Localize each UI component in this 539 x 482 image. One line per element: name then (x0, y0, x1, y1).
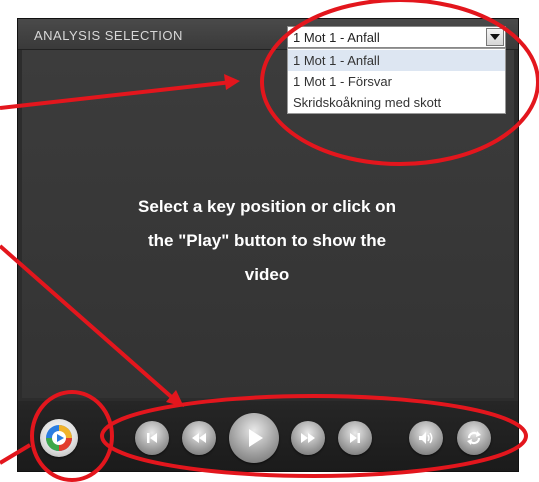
repeat-icon (467, 431, 481, 445)
analysis-option[interactable]: Skridskoåkning med skott (288, 92, 505, 113)
rewind-icon (192, 433, 206, 443)
instruction-line-2: the "Play" button to show the (147, 231, 387, 250)
repeat-button[interactable] (457, 421, 491, 455)
instruction-line-3: video (244, 265, 290, 284)
skip-previous-button[interactable] (135, 421, 169, 455)
analysis-options-list: 1 Mot 1 - Anfall 1 Mot 1 - Försvar Skrid… (287, 48, 506, 114)
rewind-button[interactable] (182, 421, 216, 455)
control-bar (18, 401, 518, 471)
header-title: ANALYSIS SELECTION (34, 28, 183, 43)
analysis-option[interactable]: 1 Mot 1 - Försvar (288, 71, 505, 92)
volume-button[interactable] (409, 421, 443, 455)
chevron-down-icon[interactable] (486, 28, 504, 46)
fast-forward-button[interactable] (291, 421, 325, 455)
play-button[interactable] (229, 413, 279, 463)
skip-next-icon (350, 433, 360, 443)
skip-next-button[interactable] (338, 421, 372, 455)
analysis-select-value: 1 Mot 1 - Anfall (293, 30, 380, 45)
analysis-select[interactable]: 1 Mot 1 - Anfall (287, 26, 506, 48)
play-icon (249, 429, 263, 447)
analysis-option[interactable]: 1 Mot 1 - Anfall (288, 50, 505, 71)
fast-forward-icon (301, 433, 315, 443)
volume-icon (419, 432, 433, 444)
instruction-message: Select a key position or click on the "P… (92, 190, 442, 292)
media-player-logo-icon[interactable] (40, 419, 78, 457)
skip-previous-icon (147, 433, 157, 443)
instruction-line-1: Select a key position or click on (138, 197, 396, 216)
